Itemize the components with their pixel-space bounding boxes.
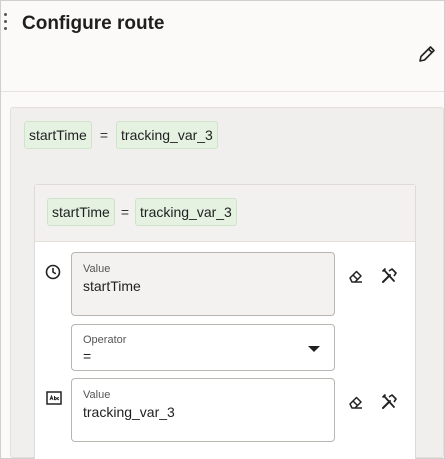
eraser-icon[interactable]	[347, 393, 365, 411]
operator-select[interactable]: Operator =	[71, 324, 335, 371]
edit-button[interactable]	[416, 43, 438, 65]
tools-icon[interactable]	[380, 393, 398, 411]
chevron-down-icon[interactable]	[308, 346, 320, 352]
expression-summary[interactable]: startTime = tracking_var_3	[47, 198, 237, 226]
text-type-icon	[45, 389, 63, 407]
tools-icon[interactable]	[380, 267, 398, 285]
expression-operator: =	[120, 204, 130, 220]
condition-summary[interactable]: startTime = tracking_var_3	[24, 121, 218, 149]
right-value-text: tracking_var_3	[83, 404, 175, 420]
expression-left-chip: startTime	[47, 198, 115, 226]
drag-handle-icon[interactable]	[3, 13, 9, 37]
left-value-field[interactable]: Value startTime	[71, 252, 335, 316]
left-value-text: startTime	[83, 278, 141, 294]
summary-left-chip: startTime	[24, 121, 92, 149]
operator-label: Operator	[83, 334, 127, 346]
operator-value: =	[83, 348, 92, 364]
configure-route-panel: Configure route startTime = tracking_var…	[0, 0, 445, 459]
summary-right-chip: tracking_var_3	[116, 121, 218, 149]
right-value-field[interactable]: Value tracking_var_3	[71, 378, 335, 442]
eraser-icon[interactable]	[347, 267, 365, 285]
summary-operator: =	[99, 127, 109, 143]
left-value-label: Value	[83, 263, 111, 275]
expression-editor: startTime = tracking_var_3 Value startTi…	[34, 184, 416, 459]
right-value-label: Value	[83, 389, 111, 401]
pencil-icon	[419, 46, 435, 62]
route-condition-panel: startTime = tracking_var_3 startTime = t…	[10, 107, 444, 459]
expression-header: startTime = tracking_var_3	[35, 185, 415, 242]
header-divider	[1, 91, 444, 92]
clock-icon	[44, 263, 62, 281]
expression-right-chip: tracking_var_3	[135, 198, 237, 226]
page-title: Configure route	[22, 13, 165, 34]
